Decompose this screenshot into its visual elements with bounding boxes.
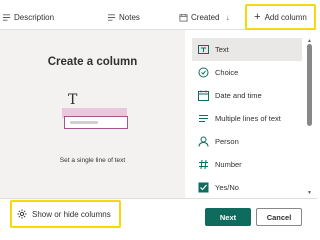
cancel-button[interactable]: Cancel (256, 208, 302, 226)
add-column-label: Add column (264, 12, 307, 22)
text-lines-icon (2, 13, 11, 21)
create-column-dialog: Create a column T Set a single line of t… (0, 30, 317, 240)
column-type-label: Yes/No (215, 183, 239, 192)
number-icon (198, 159, 209, 170)
text-lines-icon (107, 13, 116, 21)
column-type-text[interactable]: Text (192, 38, 302, 61)
column-type-label: Multiple lines of text (215, 114, 281, 123)
column-type-person[interactable]: Person (192, 130, 302, 153)
column-type-multiple-lines[interactable]: Multiple lines of text (192, 107, 302, 130)
illustration-line (70, 121, 98, 124)
multiline-text-icon (198, 113, 209, 124)
illustration-text-field (64, 116, 128, 129)
text-box-icon (198, 44, 209, 55)
show-hide-columns-button[interactable]: Show or hide columns (10, 200, 121, 228)
column-header-created[interactable]: Created ↓ (179, 10, 229, 24)
list-header-row: Description Notes Created ↓ + Add column (0, 0, 317, 30)
column-type-scrollbar[interactable]: ▲ ▼ (306, 38, 314, 198)
column-header-label: Description (14, 12, 55, 22)
column-type-choice[interactable]: Choice (192, 61, 302, 84)
column-header-notes[interactable]: Notes (107, 10, 140, 24)
text-glyph-icon: T (68, 92, 78, 108)
column-type-label: Person (215, 137, 239, 146)
next-button[interactable]: Next (205, 208, 251, 226)
text-column-illustration: T (62, 92, 128, 134)
footer-divider (0, 198, 317, 199)
column-header-description[interactable]: Description (2, 10, 54, 24)
column-type-label: Number (215, 160, 242, 169)
dialog-title: Create a column (47, 56, 138, 68)
yes-no-icon (198, 182, 209, 193)
column-type-label: Text (215, 45, 229, 54)
plus-icon: + (254, 10, 261, 23)
sort-descending-icon[interactable]: ↓ (225, 13, 229, 22)
column-type-list: Text Choice Date and time Multiple lines… (192, 38, 302, 198)
add-column-button[interactable]: + Add column (245, 4, 316, 30)
scroll-down-icon[interactable]: ▼ (307, 190, 312, 196)
scrollbar-thumb[interactable] (307, 44, 312, 126)
preview-pane: Create a column T Set a single line of t… (0, 30, 185, 198)
show-hide-columns-label: Show or hide columns (32, 209, 111, 219)
choice-icon (198, 67, 209, 78)
column-type-label: Choice (215, 68, 239, 77)
gear-icon (17, 209, 27, 219)
column-type-yes-no[interactable]: Yes/No (192, 176, 302, 198)
calendar-icon (179, 13, 188, 22)
person-icon (198, 136, 209, 147)
column-type-hint: Set a single line of text (59, 157, 126, 164)
column-type-date-and-time[interactable]: Date and time (192, 84, 302, 107)
calendar-icon (198, 90, 209, 101)
column-header-label: Created (191, 12, 220, 22)
column-header-label: Notes (119, 12, 140, 22)
column-type-label: Date and time (215, 91, 262, 100)
column-type-number[interactable]: Number (192, 153, 302, 176)
